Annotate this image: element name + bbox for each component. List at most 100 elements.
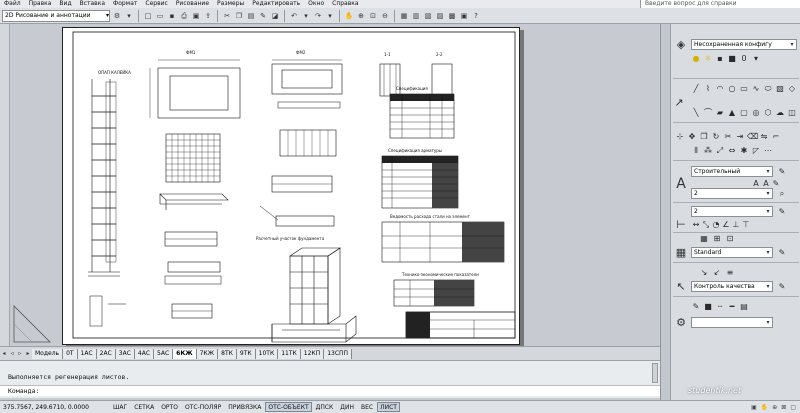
chamfer-icon[interactable]: ◸ (751, 146, 761, 156)
menu-dimension[interactable]: Размеры (213, 0, 248, 8)
find-text-icon[interactable]: ⌕ (777, 189, 787, 199)
menu-window[interactable]: Окно (304, 0, 328, 8)
menu-draw[interactable]: Рисование (172, 0, 213, 8)
angular-dim-icon[interactable]: ∠ (721, 220, 731, 230)
publish-icon[interactable]: ⇪ (203, 11, 213, 21)
copy-icon[interactable]: ❐ (234, 11, 244, 21)
array-icon[interactable]: ⁂ (703, 146, 713, 156)
text-style-manager-icon[interactable]: ✎ (777, 167, 787, 177)
print-icon[interactable]: ⎙ (179, 11, 189, 21)
triangle-icon[interactable]: ▲ (727, 108, 737, 118)
dim-style-manager-icon[interactable]: ✎ (777, 207, 787, 217)
trim-icon[interactable]: ✂ (723, 132, 733, 142)
menu-file[interactable]: Файл (0, 0, 25, 8)
offset-icon[interactable]: ⫴ (691, 146, 701, 156)
menu-insert[interactable]: Вставка (76, 0, 109, 8)
menu-tools[interactable]: Сервис (141, 0, 171, 8)
ortho-toggle[interactable]: ОРТО (158, 402, 181, 412)
light-bulb-icon[interactable]: ● (691, 54, 701, 64)
add-leader-icon[interactable]: ↘ (699, 268, 709, 278)
aligned-dim-icon[interactable]: ⤡ (701, 220, 711, 230)
linetype-icon[interactable]: ┄ (715, 302, 725, 312)
paper-toggle[interactable]: ЛИСТ (377, 402, 400, 412)
block-editor-icon[interactable]: ◪ (270, 11, 280, 21)
properties-dropdown[interactable]: ▾ (691, 317, 773, 328)
copy-object-icon[interactable]: ❐ (699, 132, 709, 142)
tab-layout[interactable]: 13СПП (324, 348, 353, 359)
explode-icon[interactable]: ✱ (739, 146, 749, 156)
stretch-icon[interactable]: ⇔ (727, 146, 737, 156)
open-file-icon[interactable]: ▭ (155, 11, 165, 21)
plot-style-icon[interactable]: ▤ (739, 302, 749, 312)
maximize-viewport-icon[interactable]: ▣ (751, 404, 757, 411)
ellipse-icon[interactable]: ⬭ (763, 84, 773, 94)
lock-icon[interactable]: ⊠ (781, 404, 786, 411)
multileader-icon[interactable]: ↖ (671, 280, 691, 293)
rectangle-icon[interactable]: ▭ (739, 84, 749, 94)
menu-edit[interactable]: Правка (25, 0, 56, 8)
command-scrollbar[interactable] (652, 363, 658, 383)
modify-icon[interactable]: ⊹ (675, 132, 685, 142)
tab-next-icon[interactable]: ▹ (16, 350, 24, 357)
table-icon[interactable]: ▦ (671, 246, 691, 259)
field-icon[interactable]: ⊡ (725, 234, 735, 244)
tool-palettes-icon[interactable]: ▧ (423, 11, 433, 21)
redo-icon[interactable]: ↷ (313, 11, 323, 21)
properties-icon[interactable]: ⚙ (671, 316, 691, 329)
workspace-select[interactable]: 2D Рисование и аннотации ▾ (2, 9, 110, 22)
command-input[interactable]: Команда: (0, 385, 660, 396)
gradient-icon[interactable]: ▰ (715, 108, 725, 118)
fillet-icon[interactable]: ⌐ (771, 132, 781, 142)
extend-icon[interactable]: ⇥ (735, 132, 745, 142)
new-file-icon[interactable]: □ (143, 11, 153, 21)
pline-icon[interactable]: ⌒ (703, 108, 713, 118)
clean-screen-icon[interactable]: ▢ (790, 404, 796, 411)
xline-icon[interactable]: ╲ (691, 108, 701, 118)
sun-icon[interactable]: ☼ (703, 54, 713, 64)
arc-icon[interactable]: ◠ (715, 84, 725, 94)
erase-icon[interactable]: ⌫ (747, 132, 758, 142)
calculator-icon[interactable]: ▣ (459, 11, 469, 21)
zoom-icon[interactable]: ⊕ (772, 404, 777, 411)
panel-title-bar[interactable] (661, 24, 671, 400)
dyn-toggle[interactable]: ДИН (337, 402, 357, 412)
line-icon[interactable]: ╱ (691, 84, 701, 94)
tab-model[interactable]: Модель (32, 348, 64, 359)
hatch-icon[interactable]: ▧ (775, 84, 785, 94)
dim-scale-dropdown[interactable]: 2 ▾ (691, 206, 773, 217)
text-height-dropdown[interactable]: 2 ▾ (691, 188, 773, 199)
help-search-input[interactable]: Введите вопрос для справки (640, 0, 800, 8)
table-style-manager-icon[interactable]: ✎ (777, 248, 787, 258)
tab-layout-active[interactable]: 6КЖ (173, 348, 197, 359)
save-icon[interactable]: ▪ (167, 11, 177, 21)
chevron-down-icon[interactable]: ▾ (751, 54, 761, 64)
lineweight-toggle[interactable]: ВЕС (358, 402, 376, 412)
match-properties-icon[interactable]: ✎ (258, 11, 268, 21)
drawing-area[interactable]: ОПАП КАЛЕЙКА ФМ1 ФМ2 1-1 2-2 Спецификаци… (10, 24, 660, 346)
mleader-style-dropdown[interactable]: Контроль качества ▾ (691, 281, 773, 292)
linear-dim-icon[interactable]: ↔ (691, 220, 701, 230)
radius-dim-icon[interactable]: ◔ (711, 220, 721, 230)
pan-icon[interactable]: ✋ (761, 404, 768, 411)
tab-layout[interactable]: 4АС (134, 348, 155, 359)
tab-layout[interactable]: 2АС (96, 348, 116, 359)
osnap-toggle[interactable]: ПРИВЯЗКА (225, 402, 264, 412)
region-icon[interactable]: ◇ (787, 84, 797, 94)
zoom-realtime-icon[interactable]: ⊕ (356, 11, 366, 21)
tab-prev-icon[interactable]: ◃ (8, 350, 16, 357)
tab-layout[interactable]: 0Т (63, 348, 78, 359)
pan-icon[interactable]: ✋ (344, 11, 354, 21)
rotate-icon[interactable]: ↻ (711, 132, 721, 142)
polyline-icon[interactable]: ⌇ (703, 84, 713, 94)
otrack-toggle[interactable]: ОТС-ОБЪЕКТ (265, 402, 312, 412)
tab-layout[interactable]: 12КП (300, 348, 325, 359)
menu-view[interactable]: Вид (55, 0, 75, 8)
tab-layout[interactable]: 1АС (77, 348, 97, 359)
toolbar-menu-icon[interactable]: ▾ (124, 11, 134, 21)
donut-icon[interactable]: ◎ (751, 108, 761, 118)
circle-icon[interactable]: ○ (727, 84, 737, 94)
zoom-previous-icon[interactable]: ⊖ (380, 11, 390, 21)
cut-icon[interactable]: ✂ (222, 11, 232, 21)
properties-icon[interactable]: ▦ (399, 11, 409, 21)
design-center-icon[interactable]: ▥ (411, 11, 421, 21)
